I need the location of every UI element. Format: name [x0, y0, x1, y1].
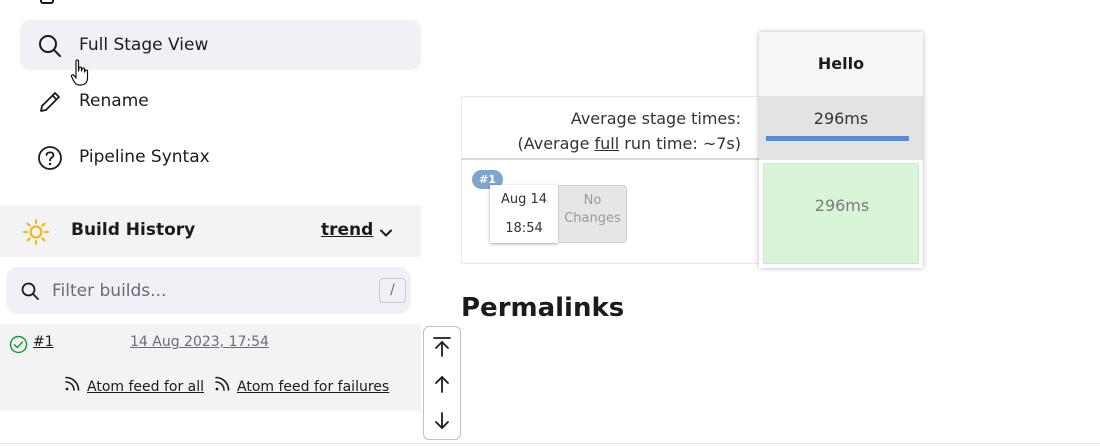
average-full-run-time: (Average full run time: ~7s) [517, 134, 741, 153]
stage-average-cell: 296ms [759, 96, 923, 160]
keyboard-shortcut-hint: / [379, 278, 406, 303]
avg-full-suffix: run time: ~7s) [619, 134, 741, 153]
atom-feed-all-link[interactable]: Atom feed for all [87, 379, 204, 395]
avg-full-prefix: (Average [517, 134, 595, 153]
scroll-down-button[interactable] [424, 402, 459, 439]
footer-divider [0, 443, 1100, 444]
atom-feed-failures-link[interactable]: Atom feed for failures [237, 379, 389, 395]
scroll-to-top-button[interactable] [424, 328, 459, 365]
trend-link[interactable]: trend [321, 220, 373, 240]
build-history-header: Build History trend [0, 205, 421, 257]
sun-weather-icon [23, 219, 49, 245]
chevron-down-icon[interactable] [378, 225, 394, 241]
permalinks-heading: Permalinks [461, 293, 625, 323]
divider [461, 158, 759, 160]
task-pipeline-syntax[interactable]: Pipeline Syntax [20, 132, 421, 182]
rss-icon [65, 376, 80, 391]
scroll-up-button[interactable] [424, 365, 459, 402]
arrow-up-icon [434, 375, 449, 393]
filter-builds-field: / [6, 267, 411, 314]
stage-run-cell[interactable]: 296ms [763, 163, 919, 264]
scroll-buttons [423, 326, 461, 440]
hand-cursor-icon [70, 59, 89, 86]
stage-header: Hello [759, 32, 923, 96]
success-check-icon [9, 335, 28, 354]
stage-run-time: 296ms [814, 196, 870, 215]
build-history-title: Build History [71, 220, 196, 240]
no-changes-cell: No Changes [558, 185, 627, 243]
search-icon [39, 35, 61, 57]
search-icon [21, 282, 39, 300]
pencil-icon [40, 92, 60, 112]
run-time: 18:54 [505, 221, 543, 236]
stage-average-bar [766, 136, 909, 141]
stage-average-time: 296ms [813, 109, 869, 128]
average-stage-times-label: Average stage times: [570, 109, 741, 128]
side-panel: Full Stage View Rename Pipeline Syntax B… [0, 0, 422, 446]
stage-column-hello: Hello 296ms 296ms [759, 32, 923, 268]
task-label: Full Stage View [79, 35, 209, 55]
run-date: Aug 14 [500, 192, 548, 207]
rss-icon [215, 376, 230, 391]
stage-average-bar-fill [766, 136, 909, 141]
help-circle-icon [38, 146, 62, 170]
filter-builds-input[interactable] [52, 276, 352, 306]
task-label: Rename [79, 91, 149, 111]
build-date-link[interactable]: 14 Aug 2023, 17:54 [130, 334, 269, 350]
build-number-link[interactable]: #1 [33, 334, 54, 350]
run-date-card: Aug 14 18:54 [490, 185, 558, 243]
avg-full-link[interactable]: full [595, 134, 620, 153]
clipboard-icon[interactable] [40, 0, 54, 4]
arrow-down-icon [434, 411, 449, 429]
build-row: #1 14 Aug 2023, 17:54 [0, 324, 421, 364]
arrow-to-top-icon [432, 336, 451, 357]
task-label: Pipeline Syntax [79, 147, 210, 167]
atom-feeds: Atom feed for all Atom feed for failures [0, 364, 421, 411]
